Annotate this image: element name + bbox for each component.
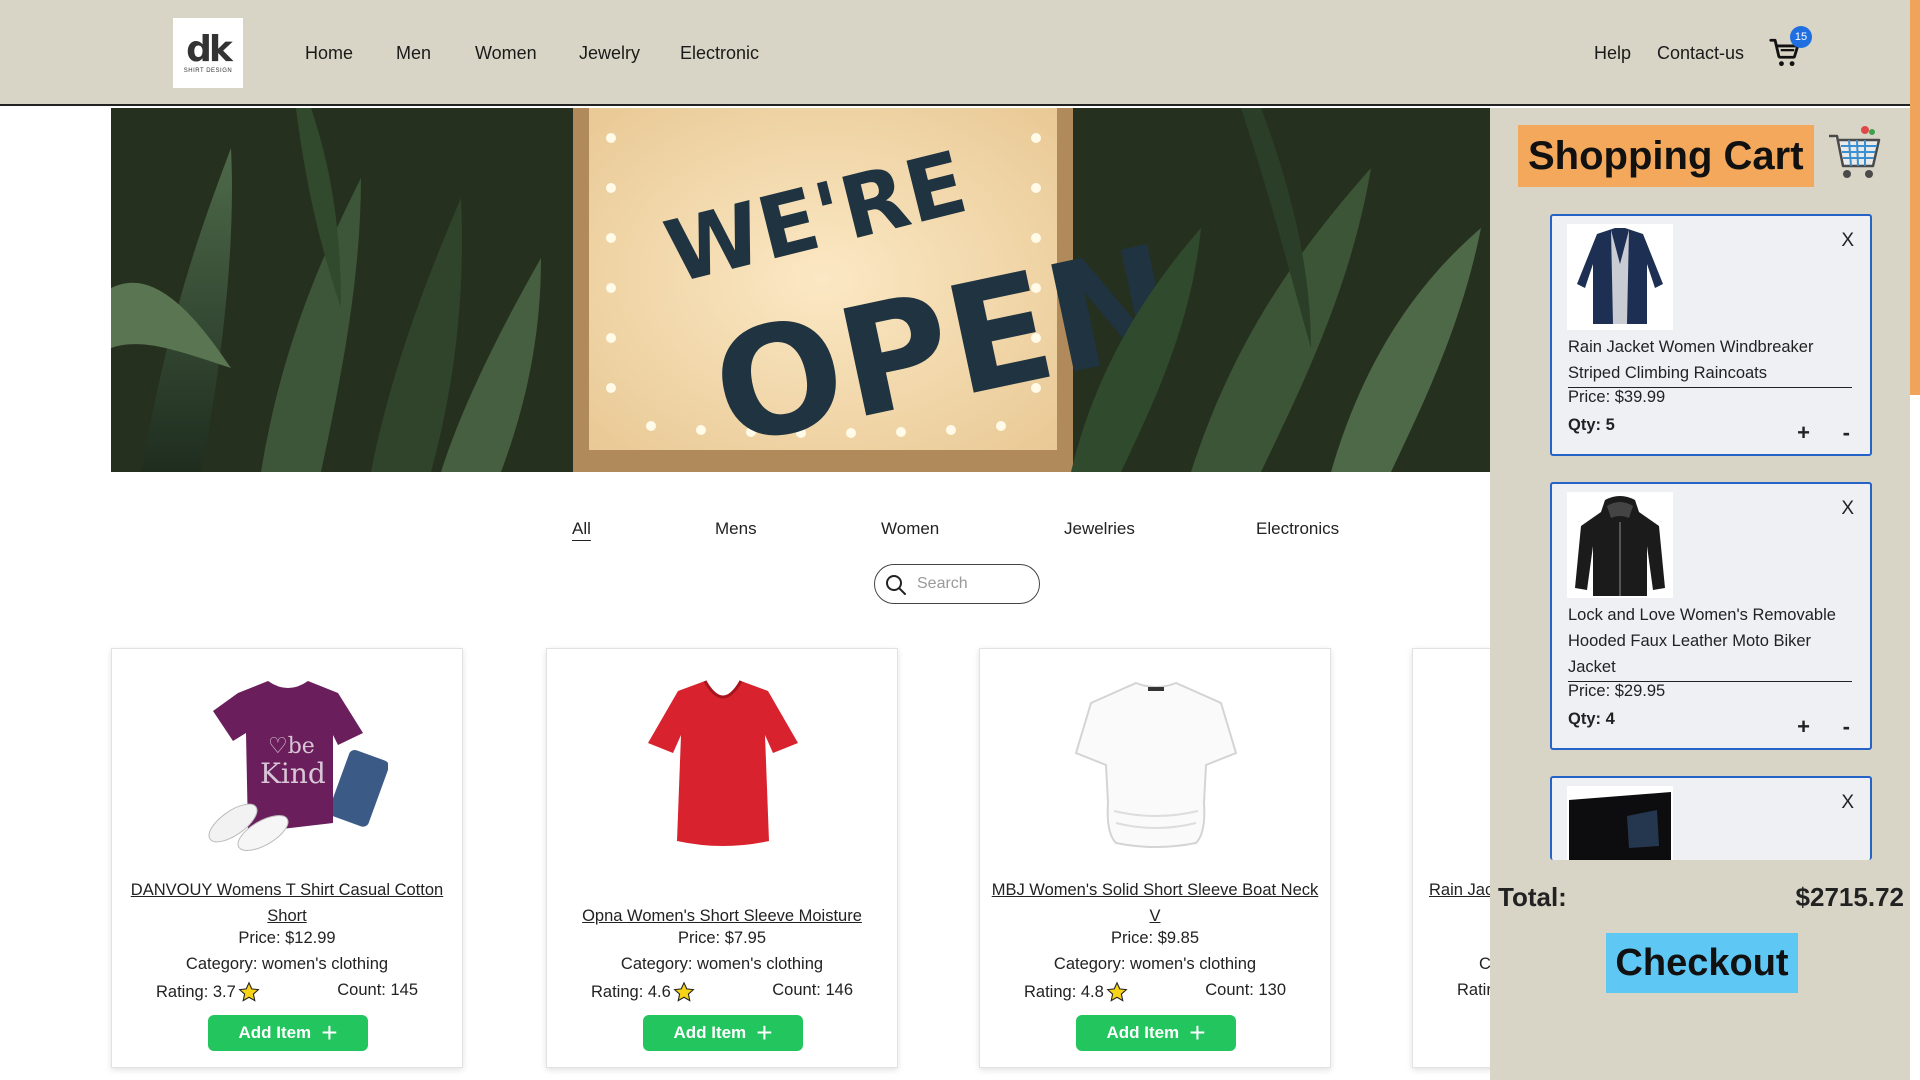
- cart-total-value: $2715.72: [1795, 882, 1904, 912]
- add-item-button[interactable]: Add Item +: [643, 1015, 803, 1051]
- add-item-button[interactable]: Add Item +: [1076, 1015, 1236, 1051]
- remove-item-button[interactable]: X: [1841, 792, 1854, 814]
- remove-item-button[interactable]: X: [1841, 498, 1854, 520]
- decrease-qty-button[interactable]: -: [1843, 714, 1850, 740]
- tab-electronics[interactable]: Electronics: [1256, 519, 1339, 539]
- star-icon: [1106, 981, 1128, 1002]
- add-item-button[interactable]: Add Item +: [208, 1015, 368, 1051]
- shopping-cart-panel: Shopping Cart X Rain Jacket Women Windbr…: [1490, 108, 1910, 1080]
- product-count: Count: 145: [337, 981, 418, 999]
- logo-mark: dk: [186, 29, 233, 70]
- cart-item: X Rain Jacket Women Windbreaker Striped …: [1550, 214, 1872, 456]
- product-card: Opna Women's Short Sleeve Moisture Price…: [546, 648, 898, 1068]
- product-category: Category: women's clothing: [1053, 955, 1257, 973]
- nav-contact[interactable]: Contact-us: [1657, 43, 1744, 64]
- cart-item-image-leather-jacket: [1567, 492, 1673, 598]
- product-image-white-top: [1074, 681, 1238, 848]
- product-card: ♡be Kind DANVOUY Womens T Shirt Casual C…: [111, 648, 463, 1068]
- cart-item-image-monitor: [1567, 786, 1673, 860]
- svg-text:Kind: Kind: [260, 757, 326, 790]
- star-icon: [673, 981, 695, 1002]
- cart-count-badge: 15: [1790, 26, 1812, 48]
- nav-women[interactable]: Women: [475, 43, 537, 64]
- product-price: Price: $7.95: [677, 929, 767, 947]
- cart-item-title: Rain Jacket Women Windbreaker Striped Cl…: [1568, 334, 1852, 388]
- product-image-red-tshirt: [648, 680, 798, 846]
- product-price: Price: $9.85: [1110, 929, 1200, 947]
- brand-logo[interactable]: dk SHIRT DESIGN: [173, 18, 243, 88]
- product-title[interactable]: MBJ Women's Solid Short Sleeve Boat Neck…: [990, 877, 1320, 929]
- product-rating-text: Rating: 4.8: [1024, 982, 1104, 1001]
- logo-subtitle: SHIRT DESIGN: [183, 68, 233, 74]
- search-icon: [886, 575, 906, 595]
- cart-item-title: Lock and Love Women's Removable Hooded F…: [1568, 602, 1852, 682]
- search-input[interactable]: [917, 573, 1027, 595]
- hero-banner: WE'RE OPEN: [111, 108, 1491, 472]
- plus-icon: +: [756, 1017, 773, 1048]
- cart-total-label: Total:: [1498, 882, 1567, 912]
- star-icon: [238, 981, 260, 1002]
- cart-item-qty: Qty: 4: [1568, 710, 1615, 728]
- cart-heading: Shopping Cart: [1518, 125, 1814, 187]
- product-title[interactable]: DANVOUY Womens T Shirt Casual Cotton Sho…: [122, 877, 452, 929]
- product-category: Category: women's clothing: [620, 955, 824, 973]
- nav-home[interactable]: Home: [305, 43, 353, 64]
- cart-item-image-rain-jacket: [1567, 224, 1673, 330]
- search-box[interactable]: [874, 564, 1040, 604]
- add-item-label: Add Item: [238, 1023, 312, 1042]
- tab-mens[interactable]: Mens: [715, 519, 757, 539]
- checkout-button[interactable]: Checkout: [1606, 933, 1798, 993]
- product-card: MBJ Women's Solid Short Sleeve Boat Neck…: [979, 648, 1331, 1068]
- product-rating: Rating: 4.8: [1024, 981, 1128, 1003]
- cart-item-price: Price: $29.95: [1568, 682, 1666, 700]
- product-rating: Rating: 3.7: [156, 981, 260, 1003]
- product-count: Count: 146: [772, 981, 853, 999]
- tab-jewelries[interactable]: Jewelries: [1064, 519, 1135, 539]
- remove-item-button[interactable]: X: [1841, 230, 1854, 252]
- product-title[interactable]: Rain Jac: [1429, 877, 1493, 903]
- cart-item-partial: X: [1550, 776, 1872, 860]
- nav-men[interactable]: Men: [396, 43, 431, 64]
- nav-help[interactable]: Help: [1594, 43, 1631, 64]
- cart-item-qty: Qty: 5: [1568, 416, 1615, 434]
- increase-qty-button[interactable]: +: [1797, 714, 1810, 740]
- hero-image: WE'RE OPEN: [111, 108, 1491, 472]
- nav-jewelry[interactable]: Jewelry: [579, 43, 640, 64]
- tab-all[interactable]: All: [572, 519, 591, 539]
- product-price: Price: $12.99: [238, 929, 336, 947]
- product-rating-text: Rating: 3.7: [156, 982, 236, 1001]
- add-item-label: Add Item: [673, 1023, 747, 1042]
- product-title[interactable]: Opna Women's Short Sleeve Moisture: [557, 903, 887, 929]
- product-category: Category: women's clothing: [185, 955, 389, 973]
- scrollbar-thumb[interactable]: [1910, 0, 1920, 395]
- tab-women[interactable]: Women: [881, 519, 939, 539]
- top-navigation-bar: dk SHIRT DESIGN Home Men Women Jewelry E…: [0, 0, 1920, 106]
- product-count: Count: 130: [1205, 981, 1286, 999]
- cart-item-price: Price: $39.99: [1568, 388, 1666, 406]
- plus-icon: +: [1189, 1017, 1206, 1048]
- svg-text:♡be: ♡be: [268, 734, 315, 759]
- cart-item: X Lock and Love Women's Removable Hooded…: [1550, 482, 1872, 750]
- product-rating-text: Ratir: [1457, 981, 1492, 999]
- product-image-purple-tshirt: ♡be Kind: [208, 681, 388, 851]
- decrease-qty-button[interactable]: -: [1843, 420, 1850, 446]
- plus-icon: +: [321, 1017, 338, 1048]
- add-item-label: Add Item: [1106, 1023, 1180, 1042]
- shopping-basket-icon: [1829, 126, 1881, 178]
- increase-qty-button[interactable]: +: [1797, 420, 1810, 446]
- product-rating: Rating: 4.6: [591, 981, 695, 1003]
- product-rating-text: Rating: 4.6: [591, 982, 671, 1001]
- nav-electronic[interactable]: Electronic: [680, 43, 759, 64]
